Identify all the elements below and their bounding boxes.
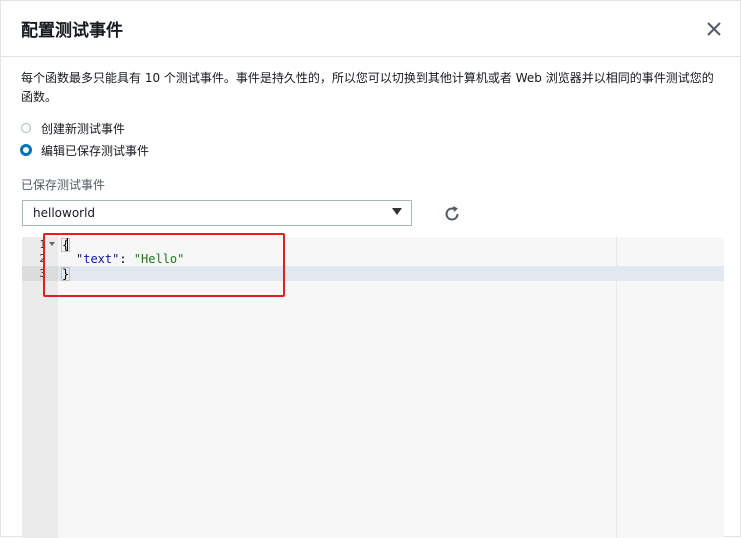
- configure-test-event-dialog: 配置测试事件 每个函数最多只能具有 10 个测试事件。事件是持久性的，所以您可以…: [0, 0, 741, 538]
- close-button[interactable]: [704, 19, 724, 39]
- radio-button-checked[interactable]: [20, 144, 32, 156]
- caret-down-icon: [392, 208, 402, 215]
- saved-events-selected-value: helloworld: [33, 206, 96, 220]
- close-icon: [707, 22, 721, 36]
- radio-create-new-event[interactable]: 创建新测试事件: [21, 119, 125, 137]
- dialog-header: 配置测试事件: [1, 1, 741, 57]
- saved-events-label: 已保存测试事件: [21, 178, 106, 192]
- refresh-button[interactable]: [442, 204, 462, 224]
- annotation-highlight-box: [43, 233, 285, 297]
- radio-label-edit-saved: 编辑已保存测试事件: [41, 143, 150, 158]
- radio-button-unchecked[interactable]: [21, 123, 31, 133]
- saved-events-select[interactable]: helloworld: [22, 200, 412, 226]
- refresh-icon: [445, 206, 459, 221]
- dialog-description: 每个函数最多只能具有 10 个测试事件。事件是持久性的，所以您可以切换到其他计算…: [21, 71, 714, 104]
- radio-label-create-new: 创建新测试事件: [41, 121, 126, 136]
- dialog-title: 配置测试事件: [21, 21, 123, 41]
- radio-edit-saved-event[interactable]: 编辑已保存测试事件: [20, 141, 150, 159]
- print-margin: [616, 237, 617, 538]
